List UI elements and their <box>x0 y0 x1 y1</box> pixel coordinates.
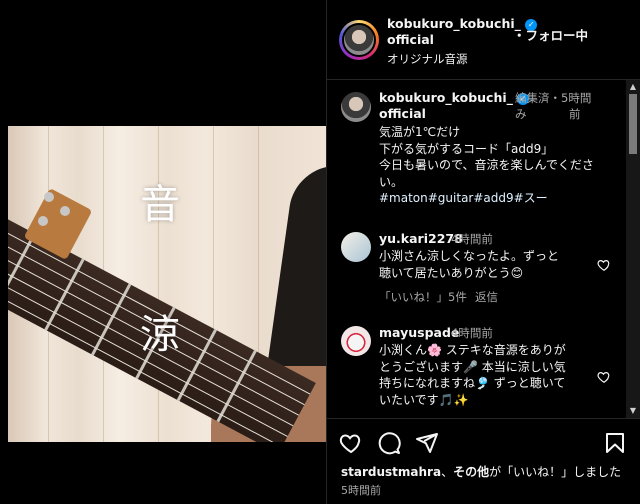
comment-time[interactable]: 4時間前 <box>451 325 493 341</box>
liker-username[interactable]: stardustmahra <box>341 465 441 479</box>
scrollbar-thumb[interactable] <box>629 94 637 154</box>
post-photo[interactable]: 音 涼 <box>8 126 326 442</box>
comment-like-heart-icon[interactable] <box>597 370 611 384</box>
scroll-down-icon[interactable]: ▼ <box>629 407 637 415</box>
comment-text: 小渕くん🌸 ステキな音源をありが とうございます🎤 本当に涼しい気 持ちになれま… <box>379 343 566 407</box>
comment-avatar[interactable] <box>341 232 371 262</box>
audio-label[interactable]: オリジナル音源 <box>387 51 468 67</box>
comment-likes-count[interactable]: 「いいね！」5件 <box>379 289 467 305</box>
comment-username[interactable]: mayuspade <box>379 325 459 341</box>
scroll-up-icon[interactable]: ▲ <box>629 83 637 91</box>
author-username-line2[interactable]: official <box>387 32 434 48</box>
post-timestamp[interactable]: 5時間前 <box>341 482 381 498</box>
comment-icon[interactable] <box>377 431 401 455</box>
caption-username-line2[interactable]: official <box>379 106 426 122</box>
caption-username[interactable]: kobukuro_kobuchi_ ✓ <box>379 90 530 106</box>
post-media[interactable]: 音 涼 <box>0 0 326 504</box>
post-actions: stardustmahra、その他が「いいね！」しました 5時間前 <box>327 418 640 504</box>
caption-avatar[interactable] <box>341 92 371 122</box>
post-header: kobukuro_kobuchi_ ✓ ・フォロー中 official オリジナ… <box>327 0 640 80</box>
comment-reply-button[interactable]: 返信 <box>475 289 498 305</box>
comment-avatar[interactable] <box>341 326 371 356</box>
comment-text: 小渕さん涼しくなったよ。ずっと 聴いて居たいありがとう😊 <box>379 249 560 280</box>
overlay-char-1: 音 <box>140 182 180 228</box>
author-avatar[interactable] <box>339 20 379 60</box>
caption-hashtags[interactable]: #maton#guitar#add9#スー <box>379 190 619 207</box>
likes-others-link[interactable]: その他 <box>453 465 489 479</box>
post-panel: kobukuro_kobuchi_ ✓ ・フォロー中 official オリジナ… <box>326 0 640 504</box>
comment-time[interactable]: 4時間前 <box>451 231 493 247</box>
likes-summary: stardustmahra、その他が「いいね！」しました <box>341 465 622 479</box>
follow-button[interactable]: ・フォロー中 <box>513 25 588 44</box>
comments-scrollbar[interactable]: ▲ ▼ <box>626 80 640 418</box>
caption-meta: 編集済・5時間 <box>515 91 592 105</box>
bookmark-icon[interactable] <box>603 431 627 455</box>
overlay-char-2: 涼 <box>140 312 180 358</box>
caption-text: 気温が1℃だけ 下がる気がするコード「add9」 今日も暑いので、音涼を楽しんで… <box>379 124 619 207</box>
share-send-icon[interactable] <box>415 431 439 455</box>
comments-section[interactable]: kobukuro_kobuchi_ ✓ 編集済・5時間 official み 前… <box>327 80 640 418</box>
comment-like-heart-icon[interactable] <box>597 258 611 272</box>
like-heart-icon[interactable] <box>339 431 363 455</box>
